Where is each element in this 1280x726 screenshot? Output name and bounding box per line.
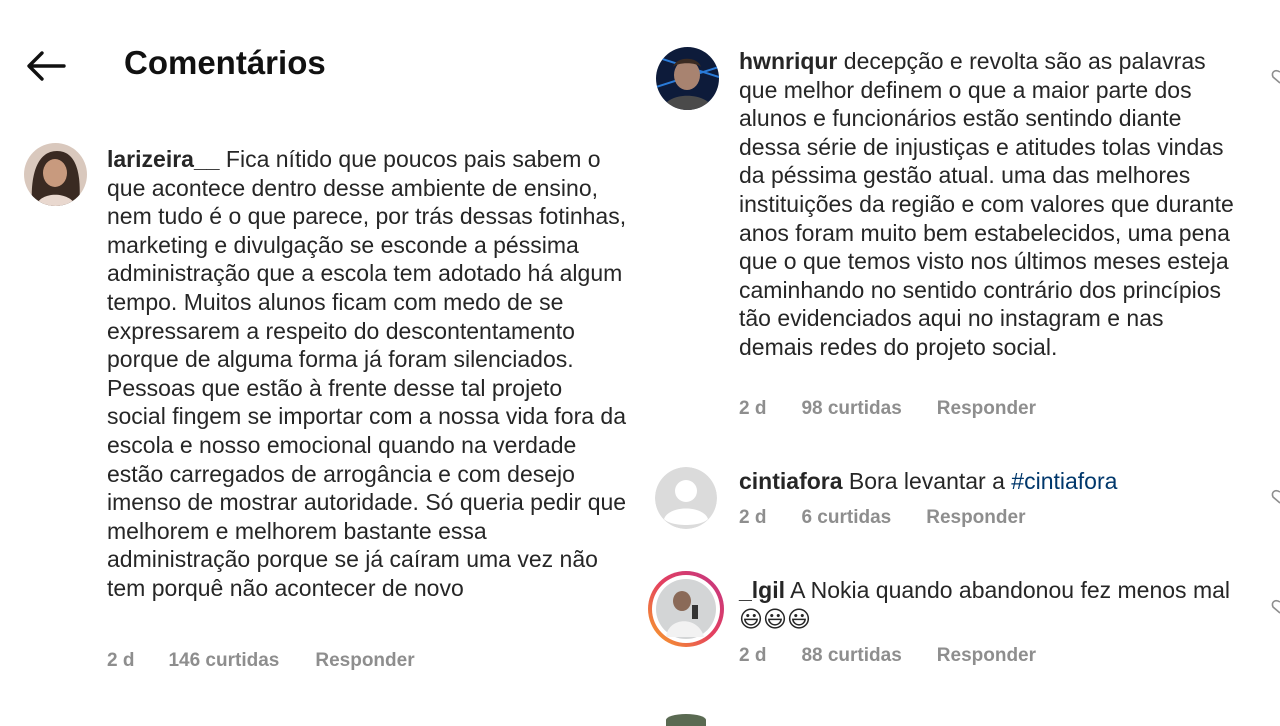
comment-body: decepção e revolta são as palavras que m… — [739, 48, 1234, 360]
comment-body: Bora levantar a — [848, 468, 1005, 494]
likes-count[interactable]: 88 curtidas — [801, 645, 901, 667]
hashtag-link[interactable]: #cintiafora — [1011, 468, 1117, 494]
likes-count[interactable]: 6 curtidas — [801, 507, 891, 529]
comment-time: 2 d — [107, 650, 135, 671]
like-heart-icon[interactable] — [1268, 487, 1280, 507]
avatar-lgil-story-ring[interactable] — [648, 571, 724, 647]
back-arrow-icon[interactable] — [24, 48, 68, 84]
comment-meta: 2 d 98 curtidas Responder — [739, 398, 1036, 420]
avatar-hwnriqur[interactable] — [656, 47, 719, 110]
next-comment-partial — [666, 714, 706, 726]
comment-time: 2 d — [739, 645, 767, 666]
comment-username[interactable]: _lgil — [739, 577, 785, 603]
comment-username[interactable]: cintiafora — [739, 468, 843, 494]
reply-button[interactable]: Responder — [926, 507, 1025, 529]
comment-username[interactable]: larizeira__ — [107, 146, 220, 172]
comment-body: Fica nítido que poucos pais sabem o que … — [107, 146, 627, 601]
comment-meta: 2 d 6 curtidas Responder — [739, 507, 1025, 529]
comment-meta: 2 d 88 curtidas Responder — [739, 645, 1036, 667]
like-heart-icon[interactable] — [1268, 67, 1280, 87]
comment-body: A Nokia quando abandonou fez menos mal😃😃… — [739, 577, 1231, 632]
likes-count[interactable]: 146 curtidas — [168, 650, 279, 672]
comment-lgil: _lgil A Nokia quando abandonou fez menos… — [739, 576, 1239, 633]
comment-cintiafora: cintiafora Bora levantar a #cintiafora — [739, 467, 1259, 496]
reply-button[interactable]: Responder — [315, 650, 414, 672]
page-title: Comentários — [124, 44, 326, 81]
reply-button[interactable]: Responder — [937, 645, 1036, 667]
comment-time: 2 d — [739, 398, 767, 419]
comment-hwnriqur: hwnriqur decepção e revolta são as palav… — [739, 47, 1239, 362]
comment-time: 2 d — [739, 507, 767, 528]
avatar-cintiafora[interactable] — [655, 467, 717, 529]
comment-larizeira: larizeira__ Fica nítido que poucos pais … — [107, 145, 627, 603]
like-heart-icon[interactable] — [1268, 597, 1280, 617]
avatar-larizeira[interactable] — [24, 143, 87, 206]
likes-count[interactable]: 98 curtidas — [801, 398, 901, 420]
comment-username[interactable]: hwnriqur — [739, 48, 837, 74]
reply-button[interactable]: Responder — [937, 398, 1036, 420]
comment-meta: 2 d 146 curtidas Responder — [107, 650, 415, 672]
